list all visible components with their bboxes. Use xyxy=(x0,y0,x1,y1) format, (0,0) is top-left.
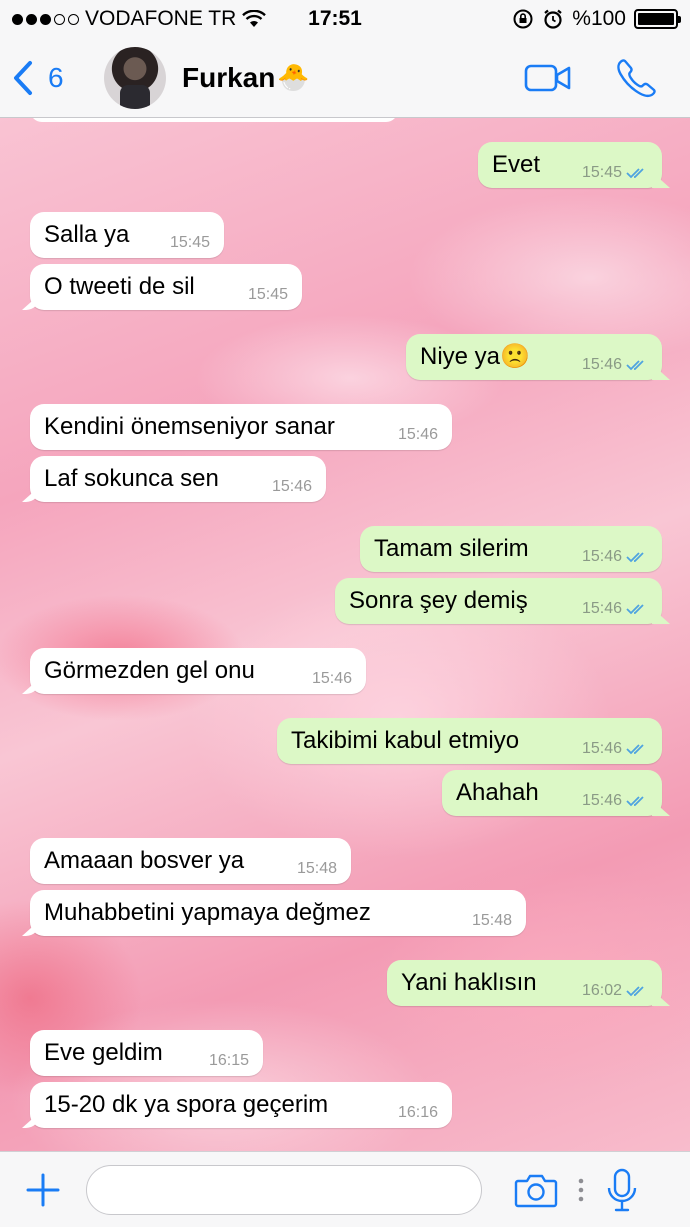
rotation-lock-icon xyxy=(513,9,533,29)
status-time: 17:51 xyxy=(308,7,362,30)
avatar[interactable] xyxy=(104,46,166,109)
double-check-icon xyxy=(626,168,644,179)
double-check-icon xyxy=(626,552,644,563)
message-text: Görmezden gel onu xyxy=(44,657,255,684)
double-check-icon xyxy=(626,604,644,615)
message-time: 16:15 xyxy=(208,1052,249,1069)
message-bubble-outgoing[interactable]: Ahahah 15:46 xyxy=(442,770,662,816)
message-time: 15:48 xyxy=(296,860,337,877)
battery-percent: %100 xyxy=(572,7,626,30)
partial-message-bubble xyxy=(30,118,398,122)
double-check-icon xyxy=(626,986,644,997)
message-time: 15:45 xyxy=(247,286,288,303)
message-text: O tweeti de sil xyxy=(44,273,195,300)
message-bubble-outgoing[interactable]: Evet 15:45 xyxy=(478,142,662,188)
message-bubble-incoming[interactable]: Salla ya 15:45 xyxy=(30,212,224,258)
message-text: Ahahah xyxy=(456,779,539,806)
alarm-icon xyxy=(544,9,562,29)
more-dots-icon xyxy=(578,1178,584,1201)
message-text: Eve geldim xyxy=(44,1039,163,1066)
message-text: Sonra şey demiş xyxy=(349,587,528,614)
chat-header: 6 Furkan 🐣 xyxy=(0,38,690,118)
message-text: Muhabbetini yapmaya değmez xyxy=(44,899,371,926)
signal-dots-icon xyxy=(12,13,79,25)
message-text: Laf sokunca sen xyxy=(44,465,219,492)
message-text: Kendini önemseniyor sanar xyxy=(44,413,335,440)
message-time: 15:46 xyxy=(582,792,648,816)
message-time: 15:46 xyxy=(582,356,648,380)
message-input[interactable] xyxy=(86,1164,482,1215)
phone-icon[interactable] xyxy=(616,58,656,98)
message-time: 15:45 xyxy=(169,234,210,251)
message-bubble-incoming[interactable]: Amaaan bosver ya 15:48 xyxy=(30,838,351,884)
camera-icon[interactable] xyxy=(514,1172,558,1208)
message-bubble-incoming[interactable]: Görmezden gel onu 15:46 xyxy=(30,648,366,694)
message-text: Salla ya xyxy=(44,221,130,248)
message-time: 16:16 xyxy=(397,1104,438,1121)
message-time: 15:46 xyxy=(582,740,648,764)
plus-icon[interactable] xyxy=(24,1171,62,1209)
status-right: %100 xyxy=(418,7,681,31)
status-left: VODAFONE TR xyxy=(12,7,272,31)
message-time: 15:46 xyxy=(271,478,312,495)
carrier-label: VODAFONE TR xyxy=(85,7,237,30)
message-bubble-incoming[interactable]: O tweeti de sil 15:45 xyxy=(30,264,302,310)
battery-icon xyxy=(634,9,681,29)
message-text: Evet xyxy=(492,151,541,178)
message-text: Takibimi kabul etmiyo xyxy=(291,727,520,754)
message-bubble-outgoing[interactable]: Sonra şey demiş 15:46 xyxy=(335,578,662,624)
header-actions xyxy=(524,58,656,98)
message-time: 15:45 xyxy=(582,164,648,188)
message-time: 15:48 xyxy=(471,912,512,929)
message-time: 15:46 xyxy=(582,600,648,624)
chat-area[interactable]: Evet 15:45 Salla ya 15:45 O tweeti de si… xyxy=(0,118,690,1151)
unread-count: 6 xyxy=(48,61,64,93)
message-time: 15:46 xyxy=(311,670,352,687)
message-text: Yani haklısın xyxy=(401,969,537,996)
microphone-icon[interactable] xyxy=(606,1168,638,1212)
back-button[interactable]: 6 xyxy=(12,60,100,96)
status-bar: VODAFONE TR 17:51 %100 xyxy=(0,0,690,38)
contact-name-text: Furkan xyxy=(182,61,276,93)
message-time: 15:46 xyxy=(582,548,648,572)
contact-name[interactable]: Furkan 🐣 xyxy=(182,62,310,94)
message-bubble-incoming[interactable]: Laf sokunca sen 15:46 xyxy=(30,456,326,502)
message-bubble-outgoing[interactable]: Takibimi kabul etmiyo 15:46 xyxy=(277,718,662,764)
message-bubble-outgoing[interactable]: Tamam silerim 15:46 xyxy=(360,526,662,572)
double-check-icon xyxy=(626,796,644,807)
chevron-left-icon xyxy=(14,60,32,95)
message-text: 15-20 dk ya spora geçerim xyxy=(44,1091,329,1118)
double-check-icon xyxy=(626,744,644,755)
message-time: 16:02 xyxy=(582,982,648,1006)
message-input-bar xyxy=(0,1151,690,1227)
double-check-icon xyxy=(626,360,644,371)
message-bubble-incoming[interactable]: Muhabbetini yapmaya değmez 15:48 xyxy=(30,890,526,936)
message-bubble-outgoing[interactable]: Niye ya🙁 15:46 xyxy=(406,334,662,380)
message-text: Tamam silerim xyxy=(374,535,529,562)
hatching-chick-emoji: 🐣 xyxy=(277,62,310,92)
message-text: Niye ya🙁 xyxy=(420,343,530,370)
video-camera-icon[interactable] xyxy=(524,63,572,93)
message-bubble-incoming[interactable]: Kendini önemseniyor sanar 15:46 xyxy=(30,404,452,450)
message-bubble-outgoing[interactable]: Yani haklısın 16:02 xyxy=(387,960,662,1006)
message-bubble-incoming[interactable]: Eve geldim 16:15 xyxy=(30,1030,263,1076)
message-bubble-incoming[interactable]: 15-20 dk ya spora geçerim 16:16 xyxy=(30,1082,452,1128)
message-text: Amaaan bosver ya xyxy=(44,847,245,874)
message-time: 15:46 xyxy=(397,426,438,443)
